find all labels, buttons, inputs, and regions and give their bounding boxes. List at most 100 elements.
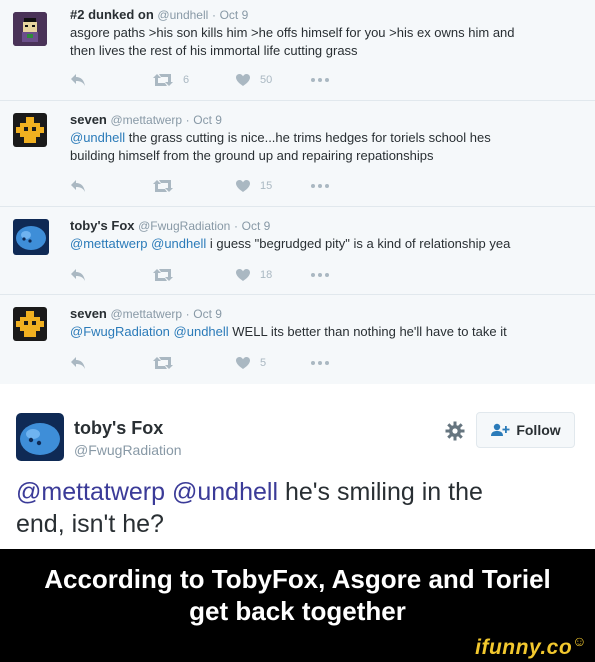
author-handle[interactable]: @mettatwerp xyxy=(111,307,183,321)
reply-icon xyxy=(71,357,85,369)
like-count: 5 xyxy=(260,357,267,369)
like-count: 15 xyxy=(260,180,273,192)
tweet[interactable]: seven @mettatwerp · Oct 9 @undhell the g… xyxy=(0,101,595,207)
separator: · xyxy=(233,219,238,233)
like-count: 50 xyxy=(260,74,273,86)
tweet-text-line: the grass cutting is nice...he trims hed… xyxy=(125,130,491,145)
reply-icon xyxy=(71,269,85,281)
tweet-text: @mettatwerp @undhell i guess "begrudged … xyxy=(70,235,583,253)
heart-icon xyxy=(236,179,250,192)
separator: · xyxy=(185,307,190,321)
more-button[interactable] xyxy=(311,72,329,88)
caption-line: According to TobyFox, Asgore and Toriel xyxy=(44,564,551,594)
more-button[interactable] xyxy=(311,355,329,371)
tweet[interactable]: toby's Fox @FwugRadiation · Oct 9 @metta… xyxy=(0,207,595,295)
like-button[interactable]: 5 xyxy=(236,355,266,371)
more-icon xyxy=(311,184,329,188)
avatar[interactable] xyxy=(16,413,64,461)
author-name[interactable]: toby's Fox xyxy=(70,218,135,233)
watermark: ifunny.co☺ xyxy=(475,633,587,660)
follow-button[interactable]: Follow xyxy=(476,412,575,448)
author-name[interactable]: #2 dunked on xyxy=(70,7,154,22)
tweet-text: @undhell the grass cutting is nice...he … xyxy=(70,129,583,165)
retweet-button[interactable]: 6 xyxy=(153,72,189,88)
like-button[interactable]: 15 xyxy=(236,178,272,194)
tweet-date[interactable]: Oct 9 xyxy=(193,113,222,127)
tweet-actions: 5 xyxy=(70,355,370,371)
mention-link[interactable]: @undhell xyxy=(151,236,206,251)
like-button[interactable]: 18 xyxy=(236,267,272,283)
tweet-date[interactable]: Oct 9 xyxy=(242,219,271,233)
tweet[interactable]: #2 dunked on @undhell · Oct 9 asgore pat… xyxy=(0,0,595,101)
follow-label: Follow xyxy=(516,422,561,438)
like-count: 18 xyxy=(260,269,273,281)
tweet-text-line: i guess "begrudged pity" is a kind of re… xyxy=(206,236,511,251)
avatar[interactable] xyxy=(13,307,47,341)
reply-icon xyxy=(71,74,85,86)
avatar[interactable] xyxy=(13,113,47,147)
retweet-button[interactable] xyxy=(153,355,173,371)
mention-link[interactable]: @mettatwerp xyxy=(70,236,148,251)
meme-caption: According to TobyFox, Asgore and Toriel … xyxy=(0,549,595,662)
reply-button[interactable] xyxy=(70,267,86,283)
reply-button[interactable] xyxy=(70,355,86,371)
add-user-icon xyxy=(491,423,510,436)
mention-link[interactable]: @FwugRadiation xyxy=(70,324,170,339)
separator: · xyxy=(211,8,216,22)
watermark-text: ifunny.co xyxy=(475,636,573,659)
author-name[interactable]: seven xyxy=(70,112,107,127)
gear-icon[interactable] xyxy=(444,420,466,442)
retweet-icon xyxy=(153,74,173,86)
tweet-text-line: WELL its better than nothing he'll have … xyxy=(228,324,507,339)
tweet-text-line: he's smiling in the xyxy=(278,478,483,506)
retweet-icon xyxy=(153,357,173,369)
heart-icon xyxy=(236,73,250,86)
featured-tweet[interactable]: toby's Fox @FwugRadiation Follow @mettat… xyxy=(0,384,595,549)
more-button[interactable] xyxy=(311,267,329,283)
tweet-text-line: then lives the rest of his immortal life… xyxy=(70,43,358,58)
author-handle[interactable]: @FwugRadiation xyxy=(74,442,182,458)
like-button[interactable]: 50 xyxy=(236,72,272,88)
tweet[interactable]: seven @mettatwerp · Oct 9 @FwugRadiation… xyxy=(0,295,595,384)
retweet-button[interactable] xyxy=(153,178,173,194)
more-icon xyxy=(311,361,329,365)
author-handle[interactable]: @FwugRadiation xyxy=(138,219,230,233)
retweet-count: 6 xyxy=(183,74,190,86)
tweet-text-line: building himself from the ground up and … xyxy=(70,148,434,163)
author-handle[interactable]: @mettatwerp xyxy=(111,113,183,127)
author-handle[interactable]: @undhell xyxy=(157,8,208,22)
retweet-button[interactable] xyxy=(153,267,173,283)
retweet-icon xyxy=(153,269,173,281)
mention-link[interactable]: @undhell xyxy=(174,324,229,339)
author-name[interactable]: seven xyxy=(70,306,107,321)
mention-link[interactable]: @undhell xyxy=(172,478,278,506)
mention-link[interactable]: @mettatwerp xyxy=(16,478,165,506)
caption-line: get back together xyxy=(189,596,406,626)
tweet-date[interactable]: Oct 9 xyxy=(193,307,222,321)
tweet-actions: 18 xyxy=(70,267,370,283)
reply-button[interactable] xyxy=(70,72,86,88)
author-name[interactable]: toby's Fox xyxy=(74,418,163,439)
reply-button[interactable] xyxy=(70,178,86,194)
tweet-actions: 6 50 xyxy=(70,72,370,88)
heart-icon xyxy=(236,356,250,369)
heart-icon xyxy=(236,268,250,281)
reply-icon xyxy=(71,180,85,192)
caption-text: According to TobyFox, Asgore and Toriel … xyxy=(0,563,595,627)
more-icon xyxy=(311,78,329,82)
avatar[interactable] xyxy=(13,12,47,46)
more-button[interactable] xyxy=(311,178,329,194)
retweet-icon xyxy=(153,180,173,192)
tweet-text: @FwugRadiation @undhell WELL its better … xyxy=(70,323,583,341)
featured-tweet-text: @mettatwerp @undhell he's smiling in the… xyxy=(16,476,586,540)
tweet-text-line: asgore paths >his son kills him >he offs… xyxy=(70,25,515,40)
avatar[interactable] xyxy=(13,219,49,255)
separator: · xyxy=(185,113,190,127)
tweet-text: asgore paths >his son kills him >he offs… xyxy=(70,24,583,60)
more-icon xyxy=(311,273,329,277)
tweet-actions: 15 xyxy=(70,178,370,194)
tweet-date[interactable]: Oct 9 xyxy=(220,8,249,22)
mention-link[interactable]: @undhell xyxy=(70,130,125,145)
tweet-text-line: end, isn't he? xyxy=(16,510,164,538)
smiley-icon: ☺ xyxy=(572,633,587,649)
